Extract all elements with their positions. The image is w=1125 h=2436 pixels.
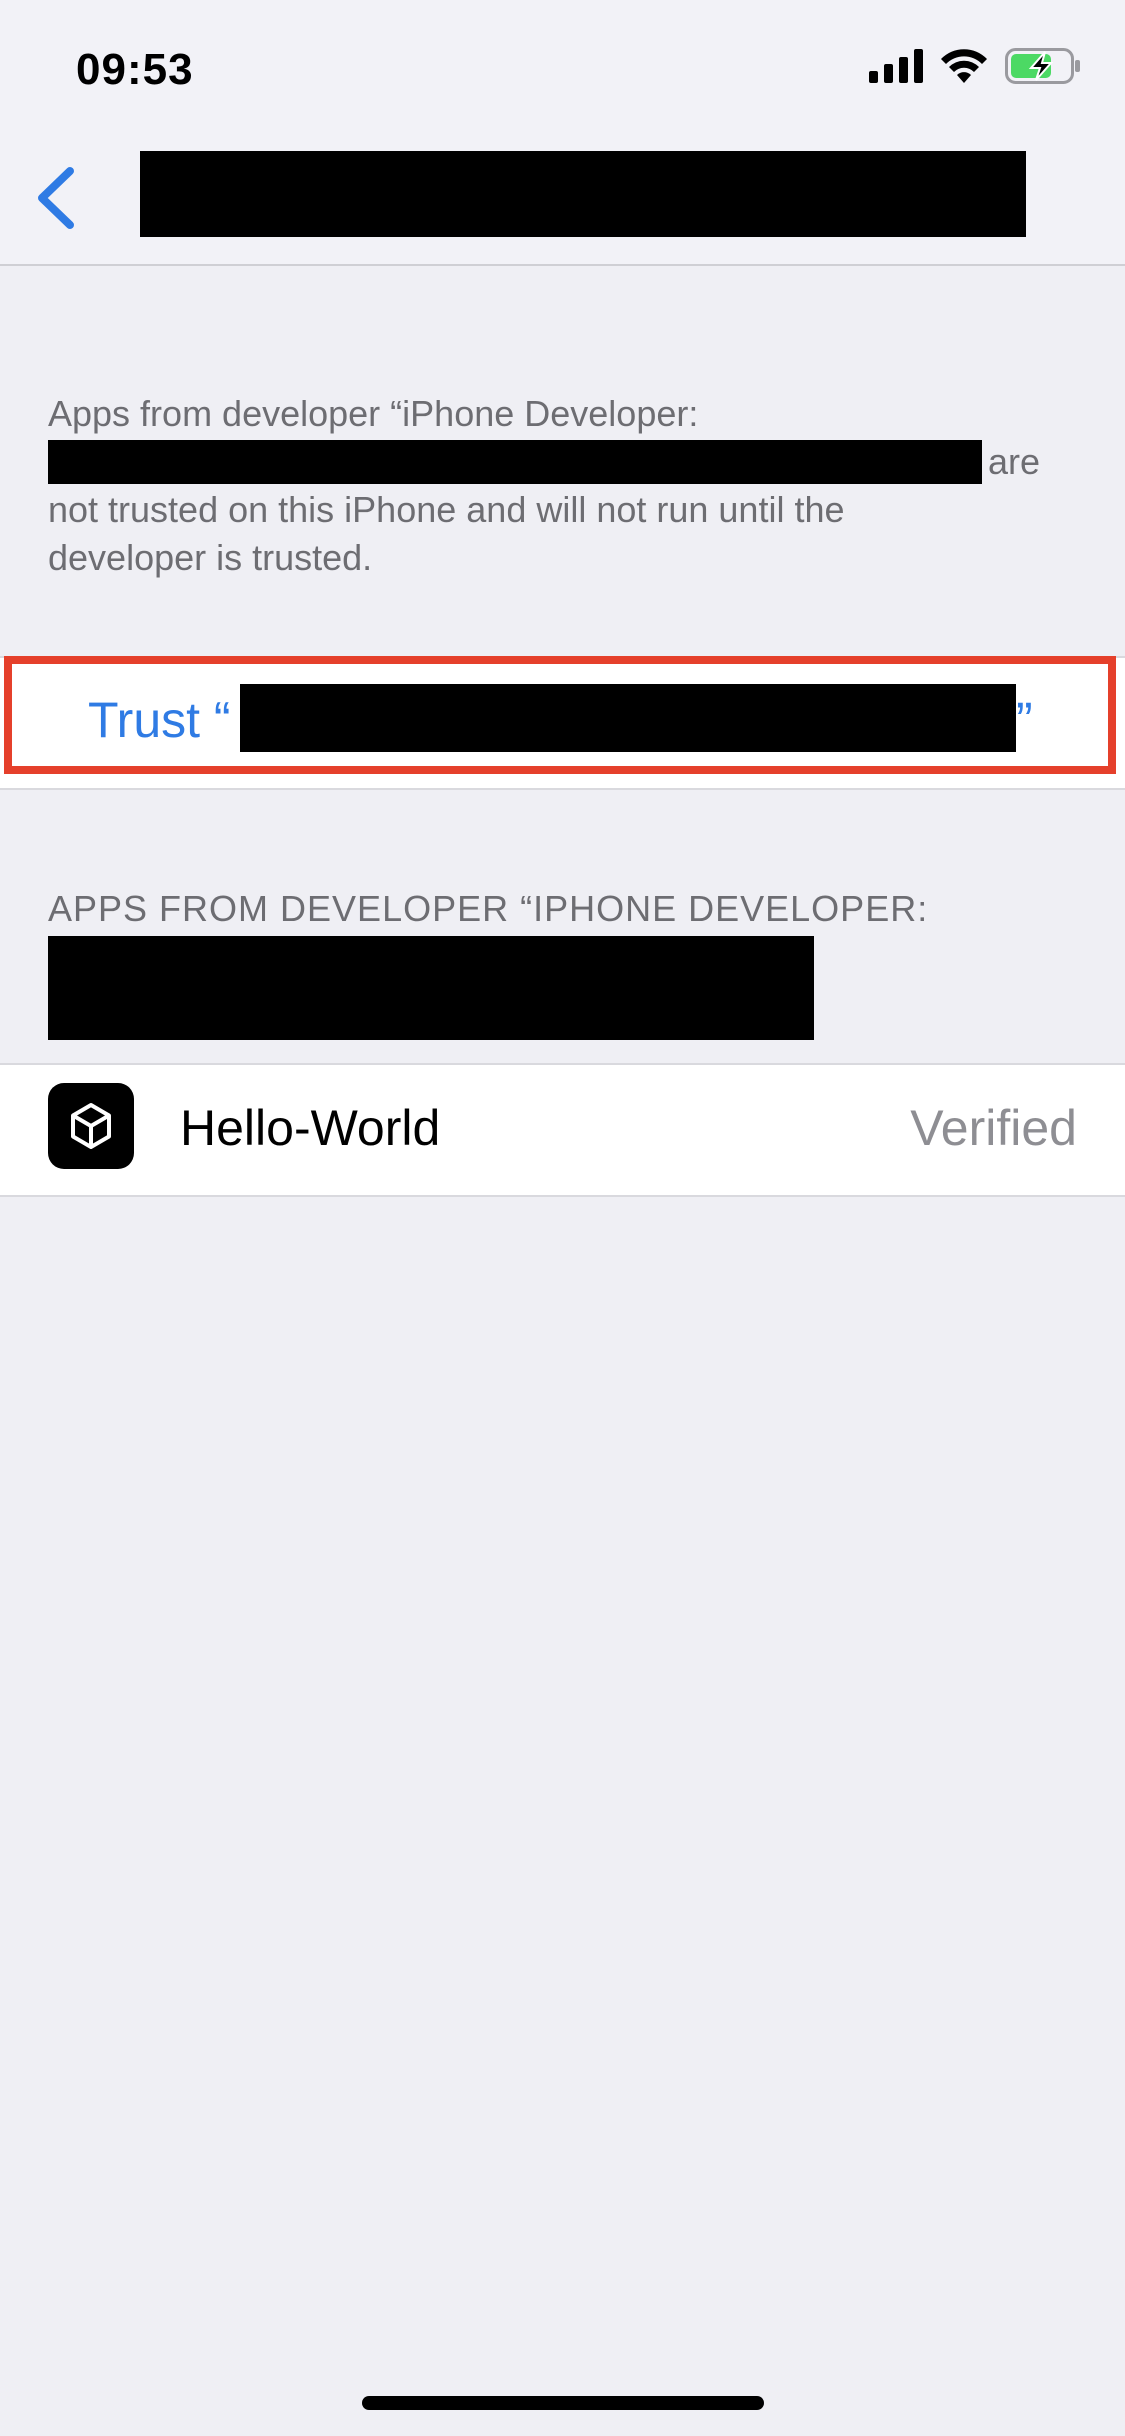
wifi-icon bbox=[941, 49, 987, 88]
description-line-3: not trusted on this iPhone and will not … bbox=[48, 489, 845, 530]
app-name: Hello-World bbox=[180, 1100, 441, 1156]
trust-developer-redaction bbox=[240, 684, 1016, 752]
trust-button-label: Trust “ bbox=[88, 692, 231, 748]
status-icons bbox=[869, 48, 1081, 89]
nav-title-redaction bbox=[140, 151, 1026, 237]
apps-section-header: APPS FROM DEVELOPER “IPHONE DEVELOPER: bbox=[48, 888, 929, 929]
description-line-4: developer is trusted. bbox=[48, 537, 373, 578]
cellular-signal-icon bbox=[869, 49, 923, 88]
trust-description: Apps from developer “iPhone Developer: a… bbox=[48, 390, 1078, 582]
trust-button-close-quote: ” bbox=[1016, 692, 1033, 748]
back-button[interactable] bbox=[20, 160, 90, 240]
status-time: 09:53 bbox=[76, 45, 194, 94]
section-header-redaction bbox=[48, 936, 814, 1040]
battery-charging-icon bbox=[1005, 48, 1081, 89]
home-indicator[interactable] bbox=[362, 2396, 764, 2410]
chevron-left-icon bbox=[34, 165, 76, 236]
description-line-2-suffix: are bbox=[988, 441, 1041, 482]
developer-name-redaction bbox=[48, 440, 982, 484]
description-line-1: Apps from developer “iPhone Developer: bbox=[48, 393, 699, 434]
app-verified-status: Verified bbox=[910, 1100, 1077, 1156]
unity-icon bbox=[48, 1083, 134, 1169]
description-line-2: are bbox=[48, 438, 1078, 486]
